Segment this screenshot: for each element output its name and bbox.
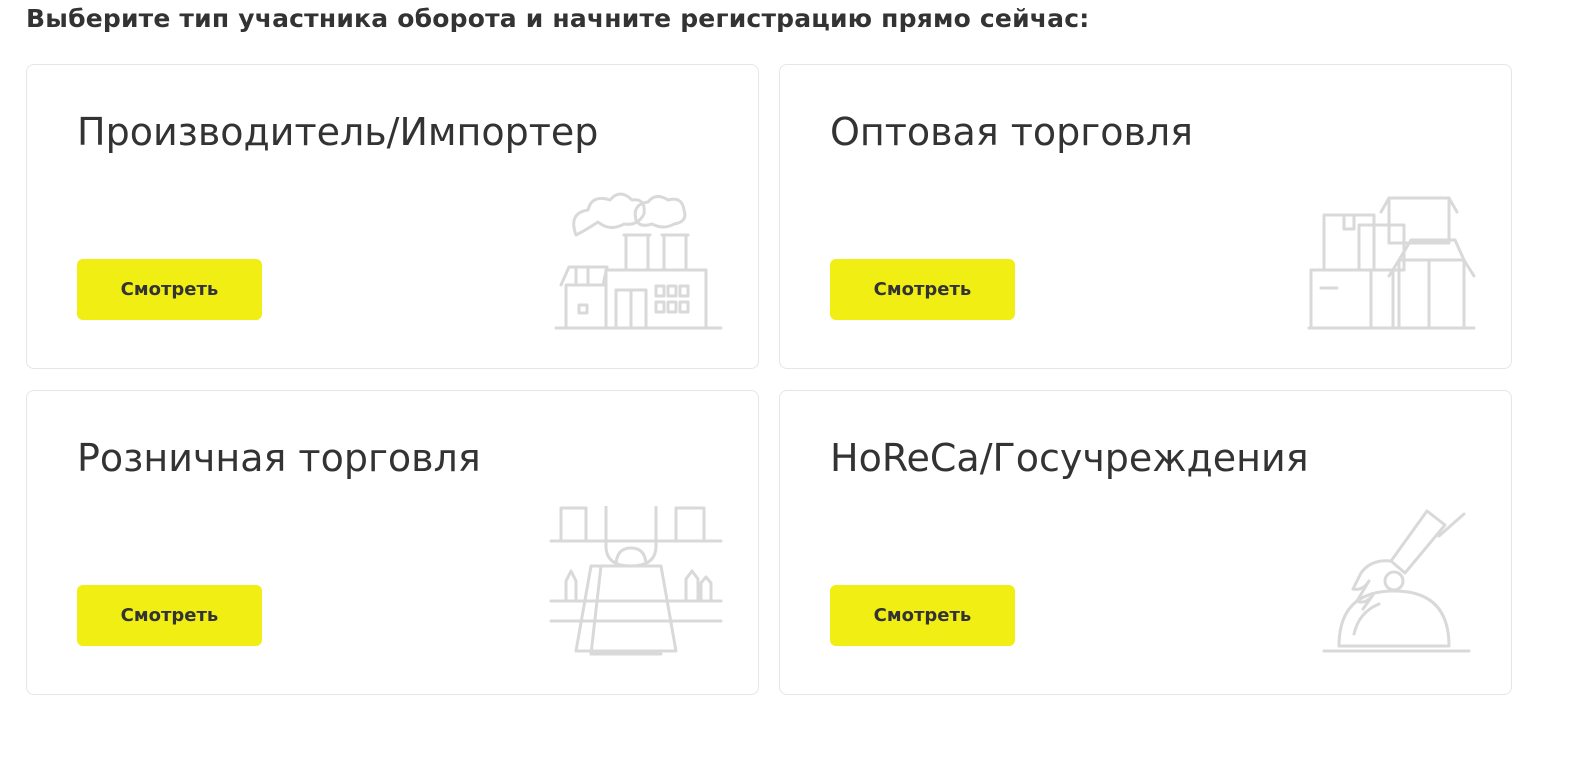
card-title: HoReCa/Госучреждения — [830, 436, 1309, 480]
card-retail: Розничная торговля Смотреть — [26, 390, 759, 695]
view-button[interactable]: Смотреть — [77, 585, 262, 646]
cloche-icon — [1299, 506, 1479, 656]
card-title: Производитель/Импортер — [77, 110, 599, 154]
view-button[interactable]: Смотреть — [830, 259, 1015, 320]
card-horeca: HoReCa/Госучреждения Смотреть — [779, 390, 1512, 695]
view-button[interactable]: Смотреть — [77, 259, 262, 320]
card-title: Оптовая торговля — [830, 110, 1194, 154]
page-heading: Выберите тип участника оборота и начните… — [26, 4, 1090, 33]
factory-icon — [546, 180, 726, 330]
shopping-bag-icon — [546, 504, 726, 656]
view-button[interactable]: Смотреть — [830, 585, 1015, 646]
card-manufacturer: Производитель/Импортер Смотреть — [26, 64, 759, 369]
card-wholesale: Оптовая торговля Смотреть — [779, 64, 1512, 369]
boxes-icon — [1299, 180, 1479, 330]
card-title: Розничная торговля — [77, 436, 481, 480]
